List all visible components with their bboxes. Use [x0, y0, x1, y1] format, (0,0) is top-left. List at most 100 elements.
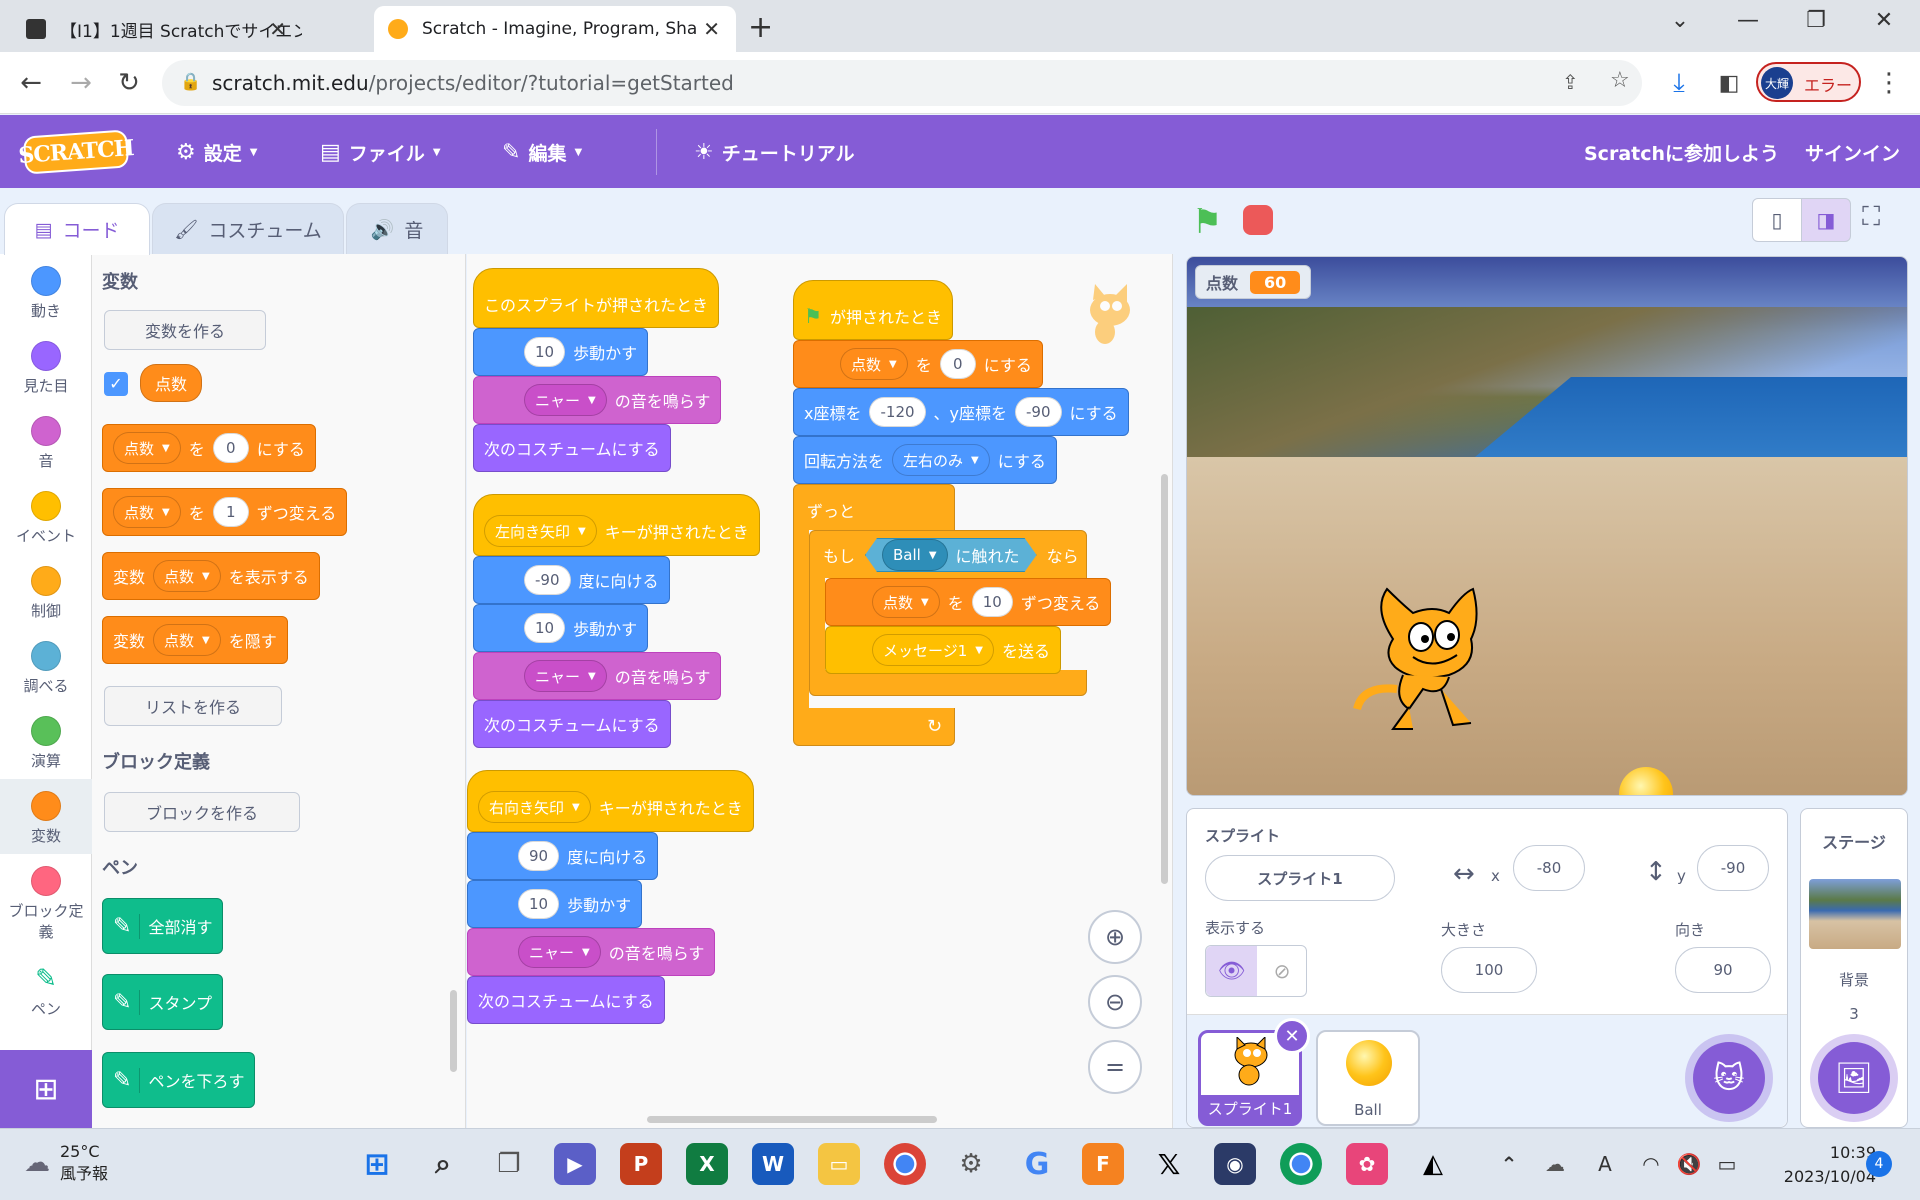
when-sprite-clicked-hat[interactable]: このスプライトが押されたとき	[473, 268, 720, 328]
touching-dropdown[interactable]: Ball ▼	[882, 539, 948, 571]
join-scratch-link[interactable]: Scratchに参加しよう	[1584, 139, 1779, 166]
make-block-button[interactable]: ブロックを作る	[104, 792, 300, 832]
category-events[interactable]: イベント	[0, 479, 92, 554]
fusion360-icon[interactable]: F	[1082, 1143, 1124, 1185]
category-control[interactable]: 制御	[0, 554, 92, 629]
variable-dropdown[interactable]: 点数 ▼	[153, 624, 221, 656]
next-costume-block[interactable]: 次のコスチュームにする	[473, 700, 671, 748]
key-dropdown[interactable]: 右向き矢印 ▼	[478, 791, 591, 823]
reload-button[interactable]: ↻	[110, 64, 148, 102]
zoom-reset-button[interactable]: =	[1088, 1040, 1142, 1094]
tab-code[interactable]: ▤ コード	[4, 203, 150, 255]
direction-field[interactable]: 90	[1675, 947, 1771, 993]
file-menu[interactable]: ▤ ファイル ▼	[320, 139, 441, 166]
sprite-thumbnail[interactable]: Ball	[1316, 1030, 1420, 1126]
category-operators[interactable]: 演算	[0, 704, 92, 779]
weather-widget[interactable]: ☁ 25°C 風予報	[24, 1141, 108, 1185]
variable-monitor[interactable]: 点数 60	[1195, 265, 1312, 299]
hide-variable-block[interactable]: 変数 点数 ▼ を隠す	[102, 616, 288, 664]
set-variable-block[interactable]: 点数 ▼ を 0 にする	[102, 424, 316, 472]
sound-dropdown[interactable]: ニャー ▼	[518, 936, 601, 968]
profile-button[interactable]: 大輝 エラー	[1756, 62, 1861, 102]
back-button[interactable]: ←	[12, 64, 50, 102]
chrome-profile-icon[interactable]	[1280, 1143, 1322, 1185]
variable-dropdown[interactable]: 点数 ▼	[872, 586, 940, 618]
make-list-button[interactable]: リストを作る	[104, 686, 282, 726]
cat-sprite[interactable]	[1353, 579, 1503, 743]
task-view-icon[interactable]: ❐	[488, 1143, 530, 1185]
palette-scrollbar[interactable]	[450, 990, 457, 1072]
google-icon[interactable]: G	[1016, 1143, 1058, 1185]
stage-canvas[interactable]: 点数 60	[1186, 256, 1908, 796]
tab-costumes[interactable]: 🖌 コスチューム	[152, 203, 344, 255]
teams-icon[interactable]: ▶	[554, 1143, 596, 1185]
scratch-app-icon[interactable]: ✿	[1346, 1143, 1388, 1185]
y-input[interactable]: -90	[1015, 397, 1062, 427]
volume-muted-icon[interactable]: 🔇	[1668, 1143, 1710, 1185]
script-horizontal-scrollbar[interactable]	[647, 1116, 937, 1123]
category-sound[interactable]: 音	[0, 404, 92, 479]
move-steps-block[interactable]: 10 歩動かす	[473, 328, 649, 376]
signin-link[interactable]: サインイン	[1805, 139, 1900, 166]
tutorials-menu[interactable]: ☀ チュートリアル	[694, 139, 855, 166]
touching-block[interactable]: Ball ▼ に触れた	[865, 538, 1037, 572]
bookmark-star-icon[interactable]: ☆	[1610, 68, 1630, 93]
set-variable-block[interactable]: 点数 ▼ を 0 にする	[793, 340, 1043, 388]
browser-menu-icon[interactable]: ⋮	[1870, 64, 1908, 102]
tab-search-icon[interactable]: ⌄	[1660, 8, 1700, 33]
key-dropdown[interactable]: 左向き矢印 ▼	[484, 515, 597, 547]
powerpoint-icon[interactable]: P	[620, 1143, 662, 1185]
value-input[interactable]: 10	[971, 587, 1013, 617]
battery-icon[interactable]: ▭	[1706, 1143, 1748, 1185]
variable-dropdown[interactable]: 点数 ▼	[153, 560, 221, 592]
play-sound-block[interactable]: ニャー ▼ の音を鳴らす	[467, 928, 716, 976]
when-flag-clicked-hat[interactable]: ⚑ が押されたとき	[793, 280, 953, 340]
add-backdrop-button[interactable]: 🖼	[1818, 1042, 1890, 1114]
side-panel-icon[interactable]: ◧	[1710, 64, 1748, 102]
steps-input[interactable]: 10	[524, 337, 566, 367]
steps-input[interactable]: 10	[518, 889, 560, 919]
variable-dropdown[interactable]: 点数 ▼	[113, 496, 181, 528]
edit-menu[interactable]: ✎ 編集 ▼	[502, 139, 582, 166]
clock[interactable]: 10:39 2023/10/04	[1760, 1141, 1876, 1189]
show-hidden-button[interactable]: ⊘	[1257, 946, 1307, 996]
sound-dropdown[interactable]: ニャー ▼	[524, 660, 607, 692]
when-key-pressed-hat[interactable]: 右向き矢印 ▼ キーが押されたとき	[467, 770, 754, 832]
close-window-button[interactable]: ✕	[1864, 8, 1904, 33]
message-dropdown[interactable]: メッセージ1 ▼	[872, 634, 994, 666]
next-costume-block[interactable]: 次のコスチュームにする	[467, 976, 665, 1024]
browser-tab-1[interactable]: 【I1】1週目 Scratchでサイエンスアー ✕	[12, 6, 302, 52]
wifi-icon[interactable]: ◠	[1630, 1143, 1672, 1185]
x-field[interactable]: -80	[1513, 845, 1585, 891]
play-sound-block[interactable]: ニャー ▼ の音を鳴らす	[473, 376, 722, 424]
category-pen[interactable]: ✎ ペン	[0, 954, 92, 1029]
search-icon[interactable]: ⌕	[422, 1143, 464, 1185]
normal-stage-button[interactable]: ◨	[1801, 198, 1851, 242]
play-sound-block[interactable]: ニャー ▼ の音を鳴らす	[473, 652, 722, 700]
start-icon[interactable]: ⊞	[356, 1143, 398, 1185]
app-icon[interactable]: ◭	[1412, 1143, 1454, 1185]
excel-icon[interactable]: X	[686, 1143, 728, 1185]
add-sprite-button[interactable]: 🐱	[1693, 1042, 1765, 1114]
maximize-button[interactable]: ❐	[1796, 8, 1836, 33]
pen-clear-block[interactable]: ✎ 全部消す	[102, 898, 224, 954]
new-tab-button[interactable]: +	[748, 10, 773, 45]
point-direction-block[interactable]: 90 度に向ける	[467, 832, 659, 880]
show-visible-button[interactable]: 👁	[1206, 946, 1257, 996]
move-steps-block[interactable]: 10 歩動かす	[473, 604, 649, 652]
rotation-dropdown[interactable]: 左右のみ ▼	[892, 444, 990, 476]
fullscreen-button[interactable]: ⛶	[1862, 202, 1880, 233]
script-vertical-scrollbar[interactable]	[1161, 474, 1168, 884]
download-icon[interactable]: ⤓	[1660, 64, 1698, 102]
y-field[interactable]: -90	[1697, 845, 1769, 891]
url-field[interactable]: 🔒 scratch.mit.edu/projects/editor/?tutor…	[162, 60, 1642, 106]
point-direction-block[interactable]: -90 度に向ける	[473, 556, 670, 604]
pen-stamp-block[interactable]: ✎ スタンプ	[102, 974, 223, 1030]
settings-menu[interactable]: ⚙ 設定 ▼	[176, 139, 257, 166]
category-sensing[interactable]: 調べる	[0, 629, 92, 704]
make-variable-button[interactable]: 変数を作る	[104, 310, 266, 350]
direction-input[interactable]: 90	[518, 841, 560, 871]
app-icon[interactable]: ◉	[1214, 1143, 1256, 1185]
sound-dropdown[interactable]: ニャー ▼	[524, 384, 607, 416]
next-costume-block[interactable]: 次のコスチュームにする	[473, 424, 671, 472]
